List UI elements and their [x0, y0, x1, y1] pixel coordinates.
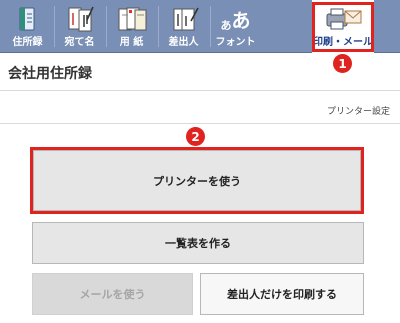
tab-font[interactable]: あ あ フォント [210, 0, 261, 53]
callout-badge-1: 1 [333, 54, 352, 73]
tab-addressee[interactable]: 宛て名 [54, 0, 105, 53]
paper-icon [118, 7, 146, 31]
tab-bar: 住所録 宛て名 用 紙 差出人 あ あ フォント 印刷・メール [0, 0, 400, 53]
font-glyph-large: あ [231, 10, 251, 32]
font-glyph-small: あ [220, 19, 232, 32]
tab-label: フォント [215, 37, 256, 48]
use-mail-button[interactable]: メールを使う [32, 273, 193, 315]
tab-print-mail[interactable]: 印刷・メール [312, 0, 374, 53]
tab-label: 用 紙 [119, 37, 144, 48]
divider [0, 90, 400, 91]
sender-icon [173, 7, 199, 31]
tab-label: 印刷・メール [313, 37, 373, 48]
address-book-icon [19, 7, 34, 31]
tab-sender[interactable]: 差出人 [158, 0, 209, 53]
tab-address-book[interactable]: 住所録 [2, 0, 53, 53]
callout-badge-2: 2 [186, 127, 205, 146]
tab-label: 住所録 [12, 37, 43, 48]
printer-settings-link[interactable]: プリンター設定 [327, 104, 390, 117]
print-mail-icon [326, 8, 362, 30]
tab-label: 差出人 [168, 37, 199, 48]
tab-label: 宛て名 [64, 37, 95, 48]
font-icon: あ あ [219, 6, 253, 32]
tab-paper[interactable]: 用 紙 [106, 0, 157, 53]
page-title: 会社用住所録 [8, 66, 92, 82]
print-sender-only-button[interactable]: 差出人だけを印刷する [200, 273, 364, 315]
postcard-address-icon [68, 6, 94, 32]
divider [0, 123, 400, 124]
create-list-button[interactable]: 一覧表を作る [32, 222, 364, 264]
use-printer-button[interactable]: プリンターを使う [33, 150, 361, 211]
